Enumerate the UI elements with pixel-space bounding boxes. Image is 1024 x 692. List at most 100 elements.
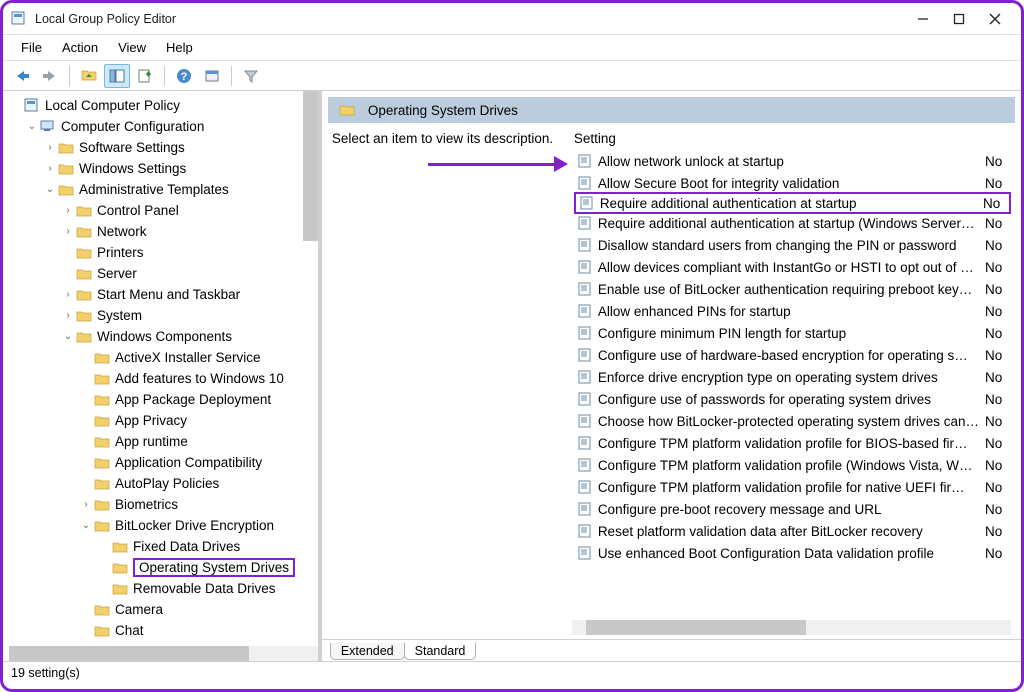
tree-app-compatibility[interactable]: Application Compatibility	[9, 452, 318, 473]
help-button[interactable]: ?	[171, 64, 197, 88]
setting-row[interactable]: Configure TPM platform validation profil…	[574, 432, 1011, 454]
description-prompt: Select an item to view its description.	[332, 131, 558, 146]
tree-printers[interactable]: Printers	[9, 242, 318, 263]
setting-row[interactable]: Enforce drive encryption type on operati…	[574, 366, 1011, 388]
tree-fixed-drives[interactable]: Fixed Data Drives	[9, 536, 318, 557]
setting-label: Configure minimum PIN length for startup	[598, 326, 979, 341]
policy-icon	[578, 546, 592, 560]
nav-back-button[interactable]	[9, 64, 35, 88]
setting-row[interactable]: Allow devices compliant with InstantGo o…	[574, 256, 1011, 278]
tab-standard[interactable]: Standard	[404, 642, 477, 660]
tree-vscroll-thumb[interactable]	[303, 91, 318, 241]
setting-label: Configure TPM platform validation profil…	[598, 480, 979, 495]
tree-hscroll[interactable]	[9, 646, 318, 661]
policy-icon	[578, 392, 592, 406]
setting-row[interactable]: Configure TPM platform validation profil…	[574, 454, 1011, 476]
policy-icon	[578, 370, 592, 384]
tree-administrative-templates[interactable]: ⌄ Administrative Templates	[9, 179, 318, 200]
svg-text:?: ?	[181, 71, 188, 83]
window-title: Local Group Policy Editor	[35, 12, 905, 26]
setting-label: Configure use of hardware-based encrypti…	[598, 348, 979, 363]
tree-app-package[interactable]: App Package Deployment	[9, 389, 318, 410]
setting-state: No	[985, 176, 1007, 191]
tree-start-menu[interactable]: › Start Menu and Taskbar	[9, 284, 318, 305]
setting-row[interactable]: Require additional authentication at sta…	[574, 212, 1011, 234]
setting-row[interactable]: Allow enhanced PINs for startupNo	[574, 300, 1011, 322]
detail-hscroll[interactable]	[572, 620, 1011, 635]
setting-label: Require additional authentication at sta…	[598, 216, 979, 231]
policy-icon	[578, 502, 592, 516]
tree-root[interactable]: Local Computer Policy	[9, 95, 318, 116]
tree-server[interactable]: Server	[9, 263, 318, 284]
tree-computer-configuration[interactable]: ⌄ Computer Configuration	[9, 116, 318, 137]
setting-row[interactable]: Require additional authentication at sta…	[574, 192, 1011, 214]
setting-label: Choose how BitLocker-protected operating…	[598, 414, 979, 429]
maximize-button[interactable]	[941, 5, 977, 33]
setting-row[interactable]: Configure pre-boot recovery message and …	[574, 498, 1011, 520]
tree-control-panel[interactable]: › Control Panel	[9, 200, 318, 221]
minimize-button[interactable]	[905, 5, 941, 33]
properties-button[interactable]	[199, 64, 225, 88]
setting-state: No	[985, 154, 1007, 169]
setting-label: Configure use of passwords for operating…	[598, 392, 979, 407]
detail-hscroll-thumb[interactable]	[586, 620, 806, 635]
tree-app-runtime[interactable]: App runtime	[9, 431, 318, 452]
tab-extended[interactable]: Extended	[330, 643, 405, 660]
setting-row[interactable]: Allow Secure Boot for integrity validati…	[574, 172, 1011, 194]
menu-action[interactable]: Action	[54, 38, 106, 57]
menu-help[interactable]: Help	[158, 38, 201, 57]
setting-row[interactable]: Enable use of BitLocker authentication r…	[574, 278, 1011, 300]
close-button[interactable]	[977, 5, 1013, 33]
tree-os-drives[interactable]: Operating System Drives	[9, 557, 318, 578]
setting-state: No	[985, 238, 1007, 253]
setting-label: Allow Secure Boot for integrity validati…	[598, 176, 979, 191]
setting-row[interactable]: Disallow standard users from changing th…	[574, 234, 1011, 256]
setting-row[interactable]: Configure use of hardware-based encrypti…	[574, 344, 1011, 366]
tree-chat[interactable]: Chat	[9, 620, 318, 641]
setting-row[interactable]: Reset platform validation data after Bit…	[574, 520, 1011, 542]
up-button[interactable]	[76, 64, 102, 88]
filter-button[interactable]	[238, 64, 264, 88]
tree-activex[interactable]: ActiveX Installer Service	[9, 347, 318, 368]
export-button[interactable]	[132, 64, 158, 88]
folder-icon	[338, 103, 356, 117]
setting-label: Reset platform validation data after Bit…	[598, 524, 979, 539]
setting-row[interactable]: Configure TPM platform validation profil…	[574, 476, 1011, 498]
menu-view[interactable]: View	[110, 38, 154, 57]
tree-autoplay[interactable]: AutoPlay Policies	[9, 473, 318, 494]
policy-icon	[578, 480, 592, 494]
nav-forward-button[interactable]	[37, 64, 63, 88]
setting-row[interactable]: Use enhanced Boot Configuration Data val…	[574, 542, 1011, 564]
policy-icon	[578, 154, 592, 168]
setting-row[interactable]: Configure minimum PIN length for startup…	[574, 322, 1011, 344]
setting-state: No	[985, 370, 1007, 385]
tree-system[interactable]: › System	[9, 305, 318, 326]
tree-software-settings[interactable]: › Software Settings	[9, 137, 318, 158]
menubar: File Action View Help	[3, 35, 1021, 61]
setting-state: No	[985, 458, 1007, 473]
tree-network[interactable]: › Network	[9, 221, 318, 242]
menu-file[interactable]: File	[13, 38, 50, 57]
setting-row[interactable]: Configure use of passwords for operating…	[574, 388, 1011, 410]
app-icon	[11, 11, 27, 27]
tree-biometrics[interactable]: › Biometrics	[9, 494, 318, 515]
policy-icon	[578, 216, 592, 230]
tree-windows-components[interactable]: ⌄ Windows Components	[9, 326, 318, 347]
settings-list: Allow network unlock at startupNo Allow S…	[574, 150, 1011, 564]
tree-camera[interactable]: Camera	[9, 599, 318, 620]
tree-hscroll-thumb[interactable]	[9, 646, 249, 661]
setting-state: No	[985, 524, 1007, 539]
setting-row[interactable]: Allow network unlock at startupNo	[574, 150, 1011, 172]
tree-add-features[interactable]: Add features to Windows 10	[9, 368, 318, 389]
setting-state: No	[985, 480, 1007, 495]
show-tree-button[interactable]	[104, 64, 130, 88]
setting-label: Configure TPM platform validation profil…	[598, 436, 979, 451]
policy-icon	[578, 304, 592, 318]
tree-app-privacy[interactable]: App Privacy	[9, 410, 318, 431]
setting-state: No	[985, 326, 1007, 341]
tree-windows-settings[interactable]: › Windows Settings	[9, 158, 318, 179]
tree-removable-drives[interactable]: Removable Data Drives	[9, 578, 318, 599]
setting-row[interactable]: Choose how BitLocker-protected operating…	[574, 410, 1011, 432]
tree-bitlocker[interactable]: ⌄ BitLocker Drive Encryption	[9, 515, 318, 536]
column-header-setting[interactable]: Setting	[574, 131, 1011, 150]
